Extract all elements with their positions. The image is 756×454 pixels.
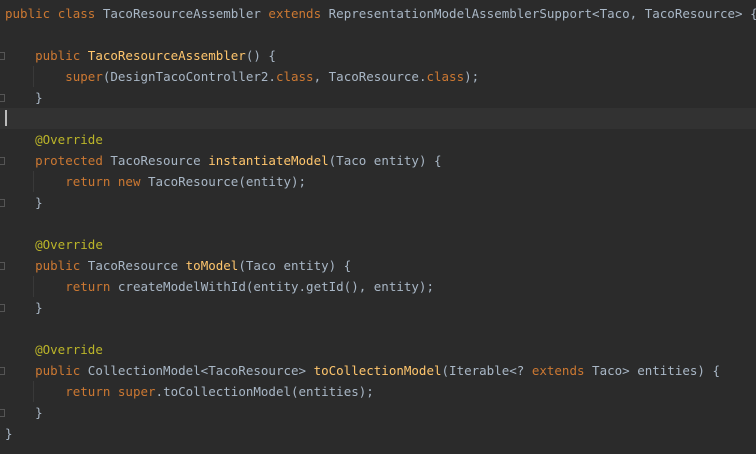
code-token: , TacoResource.	[313, 69, 427, 84]
code-token: class	[275, 69, 314, 84]
code-line[interactable]: }	[0, 423, 756, 444]
code-text: }	[5, 87, 43, 108]
code-token: TacoResource	[110, 153, 209, 168]
code-token: super	[65, 69, 103, 84]
code-token: }	[5, 300, 43, 315]
code-text: public class TacoResourceAssembler exten…	[5, 3, 756, 24]
code-line[interactable]	[0, 24, 756, 45]
code-line[interactable]: public TacoResource toModel(Taco entity)…	[0, 255, 756, 276]
code-text: super(DesignTacoController2.class, TacoR…	[5, 66, 479, 87]
code-line[interactable]	[0, 318, 756, 339]
code-token: }	[5, 195, 43, 210]
code-token: extends	[531, 363, 593, 378]
code-line[interactable]	[0, 213, 756, 234]
code-token: (Taco entity) {	[328, 153, 442, 168]
code-token: public	[35, 48, 88, 63]
code-token: return	[65, 384, 118, 399]
code-text: return super.toCollectionModel(entities)…	[5, 381, 374, 402]
code-token: }	[5, 90, 43, 105]
code-token: }	[5, 426, 13, 441]
code-line[interactable]: return new TacoResource(entity);	[0, 171, 756, 192]
code-line[interactable]: }	[0, 87, 756, 108]
code-token: TacoResource(entity);	[148, 174, 307, 189]
code-token: public	[35, 258, 88, 273]
code-text: }	[5, 297, 43, 318]
code-line[interactable]: public class TacoResourceAssembler exten…	[0, 3, 756, 24]
code-token: toCollectionModel	[313, 363, 442, 378]
code-token: () {	[245, 48, 276, 63]
code-token: instantiateModel	[208, 153, 329, 168]
code-token: @Override	[35, 237, 103, 252]
code-token: CollectionModel<TacoResource>	[87, 363, 314, 378]
text-caret	[5, 110, 7, 126]
code-token: super	[117, 384, 156, 399]
code-token: RepresentationModelAssemblerSupport<Taco…	[328, 6, 756, 21]
code-token: @Override	[35, 132, 103, 147]
code-token: TacoResourceAssembler	[102, 6, 269, 21]
code-line[interactable]: }	[0, 402, 756, 423]
code-line[interactable]: public TacoResourceAssembler() {	[0, 45, 756, 66]
code-text: return createModelWithId(entity.getId(),…	[5, 276, 434, 297]
code-line[interactable]: protected TacoResource instantiateModel(…	[0, 150, 756, 171]
code-token: public	[5, 6, 58, 21]
code-token: TacoResourceAssembler	[87, 48, 246, 63]
code-token: toModel	[185, 258, 239, 273]
code-token: class	[426, 69, 465, 84]
code-text: public TacoResource toModel(Taco entity)…	[5, 255, 351, 276]
code-line[interactable]: @Override	[0, 129, 756, 150]
code-line[interactable]: @Override	[0, 339, 756, 360]
code-token: class	[57, 6, 103, 21]
code-token: .toCollectionModel(entities);	[155, 384, 374, 399]
code-token: protected	[35, 153, 111, 168]
code-line[interactable]: return createModelWithId(entity.getId(),…	[0, 276, 756, 297]
code-line[interactable]: }	[0, 297, 756, 318]
code-token: extends	[268, 6, 329, 21]
code-token: public	[35, 363, 88, 378]
code-token: }	[5, 405, 43, 420]
code-token: TacoResource	[87, 258, 186, 273]
code-token: (DesignTacoController2.	[102, 69, 276, 84]
code-text: public TacoResourceAssembler() {	[5, 45, 276, 66]
code-text: @Override	[5, 129, 103, 150]
code-text: @Override	[5, 234, 103, 255]
code-text: protected TacoResource instantiateModel(…	[5, 150, 442, 171]
code-line[interactable]	[0, 108, 756, 129]
code-text: public CollectionModel<TacoResource> toC…	[5, 360, 720, 381]
code-token: @Override	[35, 342, 103, 357]
code-token: (Taco entity) {	[238, 258, 352, 273]
code-token: );	[464, 69, 480, 84]
code-line[interactable]: @Override	[0, 234, 756, 255]
code-text: }	[5, 192, 43, 213]
code-token: createModelWithId(entity.getId(), entity…	[117, 279, 434, 294]
code-line[interactable]: public CollectionModel<TacoResource> toC…	[0, 360, 756, 381]
code-editor[interactable]: public class TacoResourceAssembler exten…	[0, 0, 756, 454]
code-text: @Override	[5, 339, 103, 360]
code-line[interactable]: super(DesignTacoController2.class, TacoR…	[0, 66, 756, 87]
code-token: (Iterable<?	[441, 363, 532, 378]
code-token: return new	[65, 174, 149, 189]
code-text: return new TacoResource(entity);	[5, 171, 306, 192]
code-line[interactable]: }	[0, 192, 756, 213]
code-line[interactable]: return super.toCollectionModel(entities)…	[0, 381, 756, 402]
code-token: Taco> entities) {	[592, 363, 720, 378]
code-text: }	[5, 423, 13, 444]
code-text: }	[5, 402, 43, 423]
code-token: return	[65, 279, 118, 294]
